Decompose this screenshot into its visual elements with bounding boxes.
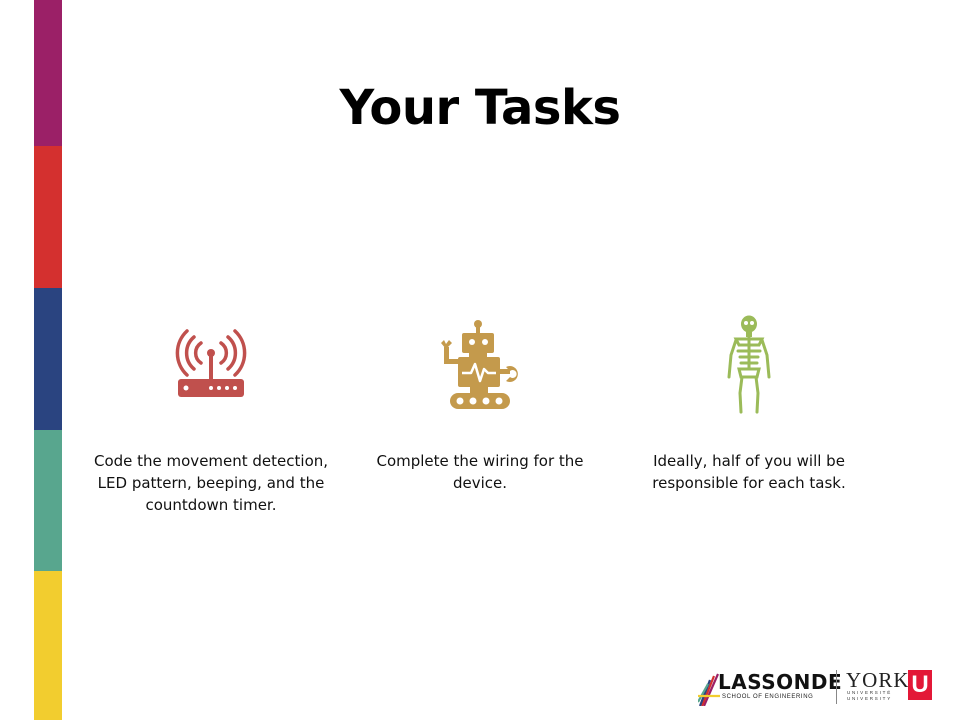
task-caption: Complete the wiring for the device. [376, 452, 584, 492]
task-card-wiring: Complete the wiring for the device. [350, 310, 610, 494]
lassonde-name: LASSONDE [718, 670, 843, 694]
robot-icon [441, 320, 518, 409]
task-card-code: Code the movement detection, LED pattern… [81, 310, 341, 516]
lassonde-subtitle: SCHOOL OF ENGINEERING [722, 694, 814, 700]
skeleton-icon [727, 315, 771, 414]
side-bar-segment-yellow [34, 571, 62, 720]
wifi-router-icon [175, 329, 247, 397]
side-bar-segment-red [34, 146, 62, 288]
task-caption: Code the movement detection, LED pattern… [93, 452, 329, 514]
task-caption: Ideally, half of you will be responsible… [652, 452, 846, 492]
task-card-team: Ideally, half of you will be responsible… [619, 310, 879, 494]
york-subtitle: UNIVERSITÉ UNIVERSITY [847, 690, 893, 701]
lassonde-york-logo: LASSONDE SCHOOL OF ENGINEERING YORK UNIV… [696, 666, 936, 710]
logo-divider [836, 670, 837, 704]
side-bar-segment-blue [34, 288, 62, 430]
york-u-mark: U [908, 670, 932, 700]
slide-title: Your Tasks [339, 80, 621, 136]
side-bar-segment-teal [34, 430, 62, 571]
